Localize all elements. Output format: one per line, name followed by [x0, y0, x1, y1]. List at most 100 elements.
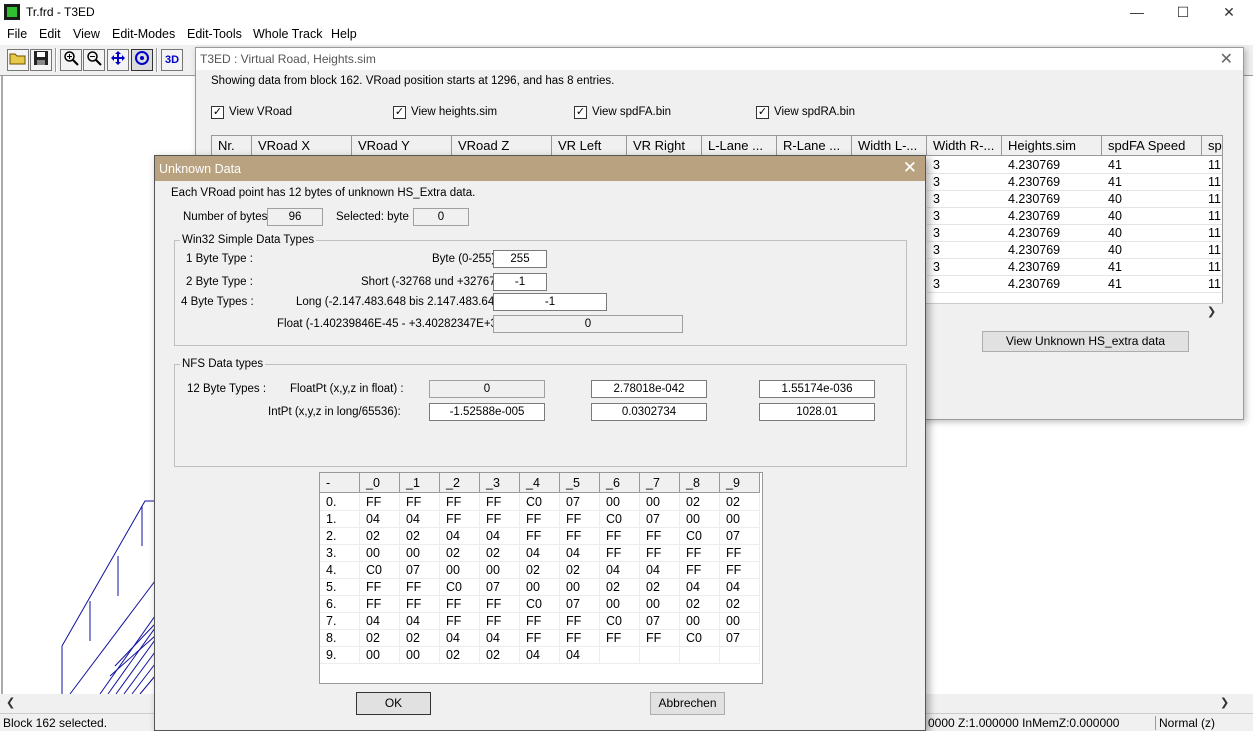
hex-cell[interactable]: C0: [680, 630, 720, 647]
hex-cell[interactable]: 04: [520, 647, 560, 664]
menu-view[interactable]: View: [73, 27, 100, 41]
grid-cell[interactable]: 11: [1202, 191, 1222, 208]
view-spdfa-checkbox[interactable]: ✓: [574, 106, 587, 119]
hex-row-header[interactable]: 8.: [320, 630, 360, 647]
hex-cell[interactable]: C0: [600, 613, 640, 630]
hex-cell[interactable]: 00: [400, 647, 440, 664]
hex-cell[interactable]: 07: [560, 494, 600, 511]
hex-cell[interactable]: [600, 647, 640, 664]
hex-row-header[interactable]: 4.: [320, 562, 360, 579]
intpt-z-field[interactable]: 1028.01: [759, 403, 875, 421]
hex-column-header[interactable]: _4: [520, 473, 560, 493]
hex-row-header[interactable]: 3.: [320, 545, 360, 562]
hex-cell[interactable]: FF: [640, 528, 680, 545]
hex-cell[interactable]: 04: [560, 545, 600, 562]
grid-cell[interactable]: 40: [1102, 191, 1202, 208]
hex-cell[interactable]: 04: [360, 613, 400, 630]
grid-cell[interactable]: 40: [1102, 242, 1202, 259]
grid-cell[interactable]: 11: [1202, 174, 1222, 191]
grid-cell[interactable]: 11: [1202, 276, 1222, 293]
grid-cell[interactable]: 41: [1102, 157, 1202, 174]
hex-cell[interactable]: 04: [680, 579, 720, 596]
hex-cell[interactable]: 04: [480, 630, 520, 647]
hex-cell[interactable]: 02: [400, 528, 440, 545]
cancel-button[interactable]: Abbrechen: [650, 692, 725, 715]
hex-cell[interactable]: 04: [440, 528, 480, 545]
column-header[interactable]: Width L-...: [852, 136, 927, 156]
hex-cell[interactable]: 04: [640, 562, 680, 579]
grid-cell[interactable]: 4.230769: [1002, 242, 1102, 259]
hex-cell[interactable]: FF: [720, 545, 760, 562]
view-heights-checkbox[interactable]: ✓: [393, 106, 406, 119]
grid-cell[interactable]: 40: [1102, 225, 1202, 242]
intpt-y-field[interactable]: 0.0302734: [591, 403, 707, 421]
view-unknown-hs-extra-button[interactable]: View Unknown HS_extra data: [982, 331, 1189, 352]
grid-cell[interactable]: 4.230769: [1002, 208, 1102, 225]
column-header[interactable]: spdFA Speed: [1102, 136, 1202, 156]
hex-cell[interactable]: FF: [400, 596, 440, 613]
view-spdra-checkbox[interactable]: ✓: [756, 106, 769, 119]
hex-cell[interactable]: 00: [680, 511, 720, 528]
hex-cell[interactable]: 02: [360, 528, 400, 545]
hex-column-header[interactable]: -: [320, 473, 360, 493]
hex-cell[interactable]: 07: [400, 562, 440, 579]
hex-cell[interactable]: 02: [480, 647, 520, 664]
hex-column-header[interactable]: _2: [440, 473, 480, 493]
grid-cell[interactable]: 3: [927, 208, 1002, 225]
menu-file[interactable]: File: [7, 27, 27, 41]
grid-cell[interactable]: 3: [927, 276, 1002, 293]
hex-cell[interactable]: 02: [600, 579, 640, 596]
hex-cell[interactable]: FF: [360, 494, 400, 511]
hex-column-header[interactable]: _3: [480, 473, 520, 493]
hex-cell[interactable]: 00: [600, 596, 640, 613]
hex-cell[interactable]: 04: [560, 647, 600, 664]
hex-cell[interactable]: 02: [480, 545, 520, 562]
grid-cell[interactable]: 3: [927, 242, 1002, 259]
hex-cell[interactable]: C0: [520, 494, 560, 511]
hex-cell[interactable]: 02: [640, 579, 680, 596]
hex-cell[interactable]: 00: [360, 545, 400, 562]
hex-cell[interactable]: 02: [400, 630, 440, 647]
vroad-close-icon[interactable]: ✕: [1220, 49, 1233, 69]
column-header[interactable]: VR Left: [552, 136, 627, 156]
menu-edit-tools[interactable]: Edit-Tools: [187, 27, 242, 41]
hex-cell[interactable]: FF: [520, 528, 560, 545]
menu-whole-track[interactable]: Whole Track: [253, 27, 322, 41]
zoom-in-icon[interactable]: [60, 49, 82, 71]
hex-cell[interactable]: 04: [600, 562, 640, 579]
byte-value-field[interactable]: 255: [493, 250, 547, 268]
hex-cell[interactable]: FF: [600, 630, 640, 647]
hex-cell[interactable]: FF: [360, 579, 400, 596]
hex-cell[interactable]: 04: [480, 528, 520, 545]
grid-cell[interactable]: 40: [1102, 208, 1202, 225]
move-icon[interactable]: [107, 49, 129, 71]
column-header[interactable]: L-Lane ...: [702, 136, 777, 156]
grid-cell[interactable]: 41: [1102, 259, 1202, 276]
column-header[interactable]: sp: [1202, 136, 1222, 156]
grid-cell[interactable]: 3: [927, 157, 1002, 174]
hex-column-header[interactable]: _5: [560, 473, 600, 493]
hex-cell[interactable]: C0: [600, 511, 640, 528]
hex-cell[interactable]: FF: [440, 613, 480, 630]
long-value-field[interactable]: -1: [493, 293, 607, 311]
hex-cell[interactable]: FF: [560, 613, 600, 630]
view-vroad-checkbox[interactable]: ✓: [211, 106, 224, 119]
hex-cell[interactable]: FF: [400, 494, 440, 511]
hex-cell[interactable]: FF: [520, 511, 560, 528]
hex-cell[interactable]: 02: [520, 562, 560, 579]
grid-cell[interactable]: 4.230769: [1002, 276, 1102, 293]
grid-cell[interactable]: 41: [1102, 174, 1202, 191]
hex-cell[interactable]: FF: [360, 596, 400, 613]
hex-cell[interactable]: 07: [480, 579, 520, 596]
hex-cell[interactable]: 02: [440, 647, 480, 664]
zoom-out-icon[interactable]: [83, 49, 105, 71]
hex-cell[interactable]: 00: [400, 545, 440, 562]
grid-cell[interactable]: 11: [1202, 242, 1222, 259]
hex-cell[interactable]: 07: [720, 528, 760, 545]
hex-cell[interactable]: 00: [480, 562, 520, 579]
open-folder-icon[interactable]: [7, 49, 29, 71]
hex-cell[interactable]: FF: [560, 528, 600, 545]
hex-row-header[interactable]: 1.: [320, 511, 360, 528]
hex-column-header[interactable]: _7: [640, 473, 680, 493]
grid-cell[interactable]: 3: [927, 191, 1002, 208]
